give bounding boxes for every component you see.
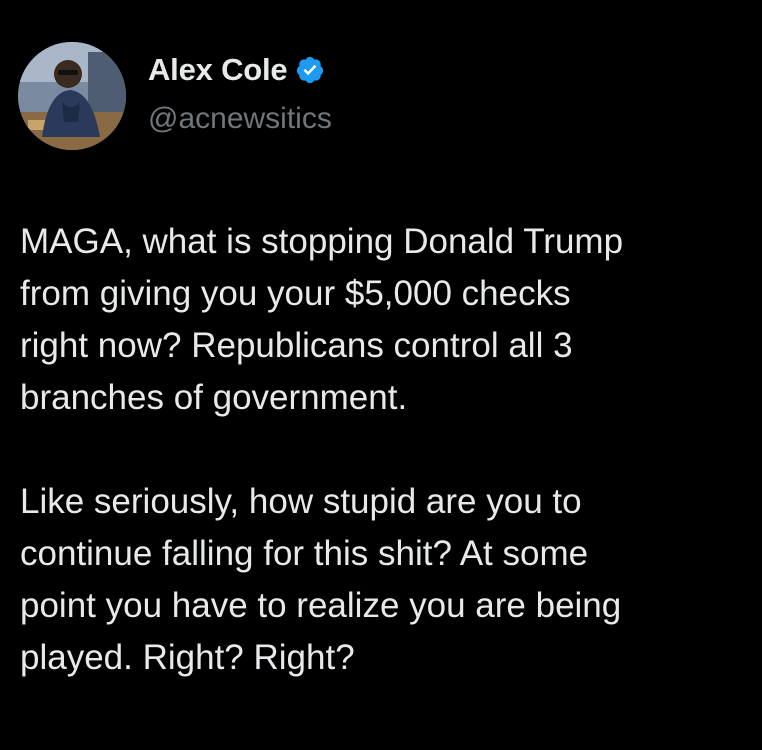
tweet-line: played. Right? Right?: [20, 638, 355, 677]
tweet-paragraph: Like seriously, how stupid are you to co…: [20, 476, 750, 684]
tweet-line: continue falling for this shit? At some: [20, 534, 589, 573]
tweet-card: Alex Cole @acnewsitics MAGA, what is sto…: [0, 0, 762, 750]
author-handle[interactable]: @acnewsitics: [148, 102, 332, 136]
tweet-line: branches of government.: [20, 378, 408, 417]
tweet-line: MAGA, what is stopping Donald Trump: [20, 222, 624, 261]
author-name-row: Alex Cole: [148, 52, 325, 88]
tweet-body: MAGA, what is stopping Donald Trump from…: [20, 216, 750, 684]
verified-badge-icon: [295, 55, 325, 85]
avatar-photo-icon: [18, 42, 126, 150]
tweet-paragraph: MAGA, what is stopping Donald Trump from…: [20, 216, 750, 424]
display-name[interactable]: Alex Cole: [148, 52, 288, 88]
tweet-line: Like seriously, how stupid are you to: [20, 482, 582, 521]
avatar[interactable]: [18, 42, 126, 150]
tweet-line: right now? Republicans control all 3: [20, 326, 573, 365]
tweet-line: from giving you your $5,000 checks: [20, 274, 571, 313]
tweet-line: point you have to realize you are being: [20, 586, 622, 625]
